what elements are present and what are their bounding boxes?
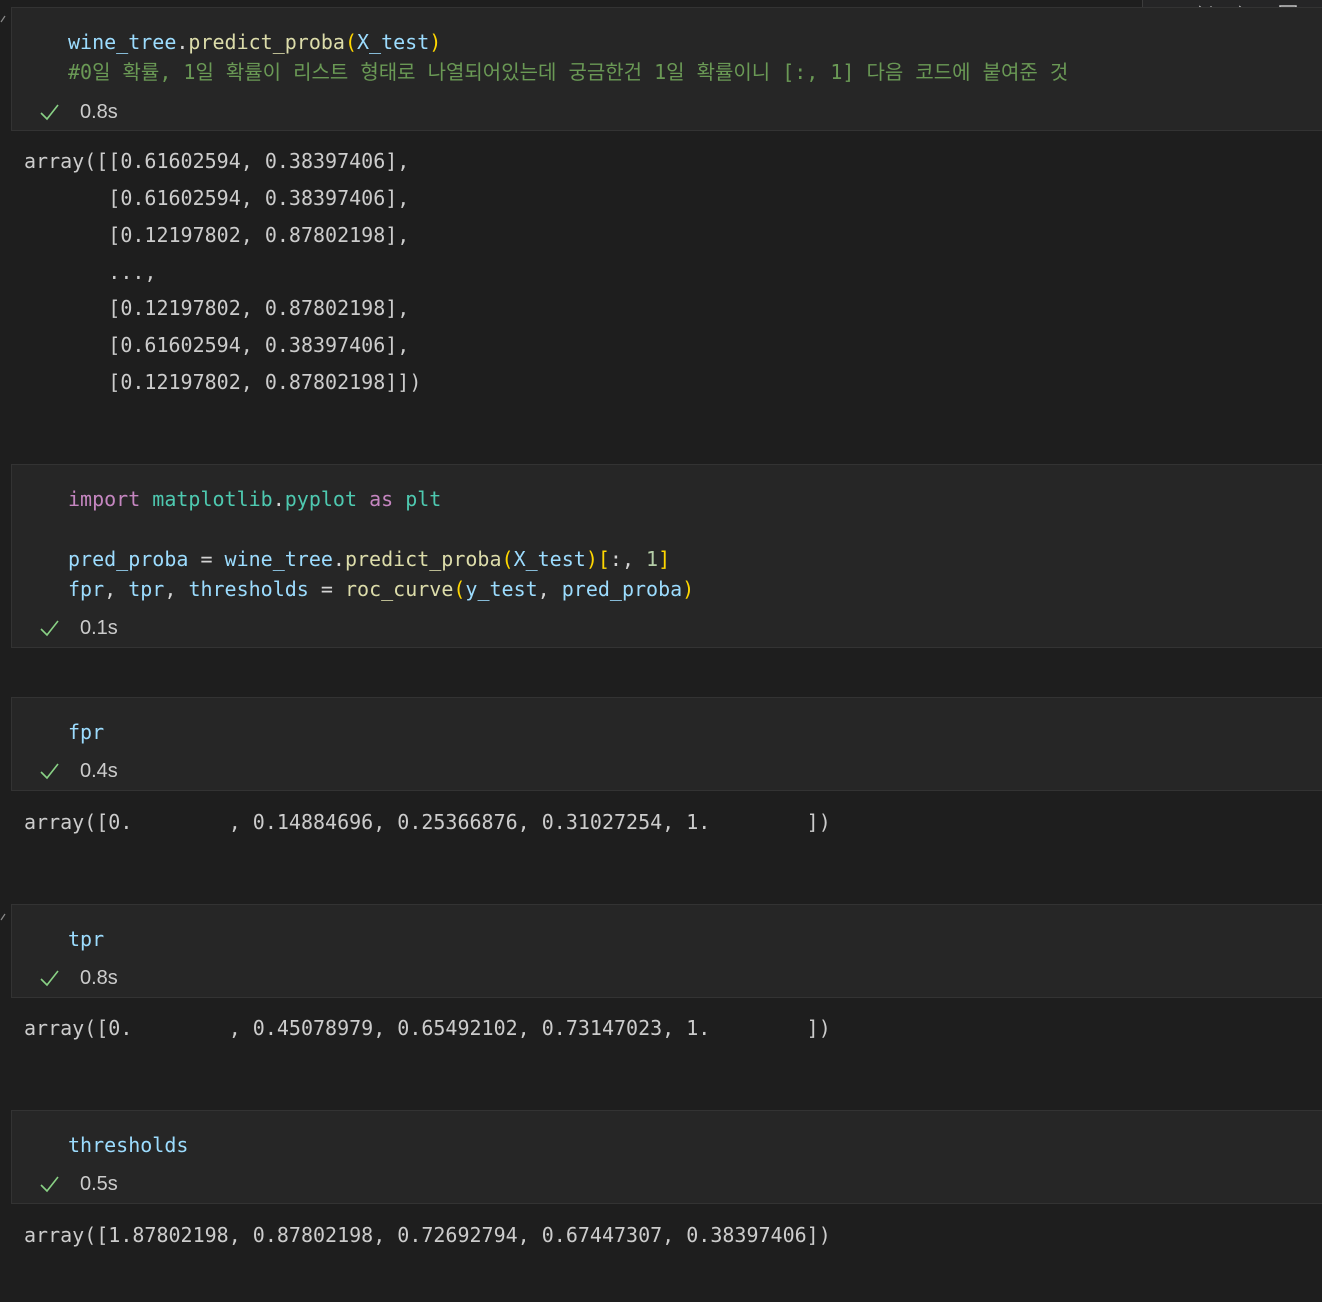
code-token: . — [332, 547, 345, 571]
execution-time: 0.1s — [80, 616, 118, 639]
check-icon — [40, 104, 59, 121]
code-token: ] — [658, 547, 671, 571]
code-line[interactable]: fpr, tpr, thresholds = roc_curve(y_test,… — [68, 575, 694, 603]
code-line[interactable]: wine_tree.predict_proba(X_test) — [68, 28, 441, 56]
code-token: ( — [344, 30, 358, 54]
output-line: array([[0.61602594, 0.38397406], — [24, 149, 410, 173]
code-token: = — [308, 577, 345, 601]
output-line: ..., — [24, 260, 157, 284]
code-token: import — [68, 487, 141, 511]
cell-status: 0.4s — [38, 758, 118, 784]
code-token: ) — [429, 30, 442, 54]
code-token: pred_proba — [561, 577, 683, 601]
check-icon — [40, 970, 59, 987]
cell-status: 0.5s — [38, 1171, 118, 1197]
code-token: plt — [405, 487, 442, 511]
code-token: ) — [585, 547, 598, 571]
cell-output: array([0. , 0.45078979, 0.65492102, 0.73… — [24, 1016, 831, 1040]
output-line: [0.12197802, 0.87802198], — [24, 223, 410, 247]
check-icon — [40, 620, 59, 637]
code-comment-line[interactable]: #0일 확률, 1일 확률이 리스트 형태로 나열되어있는데 궁금한건 1일 확… — [68, 58, 1068, 86]
code-token: [ — [597, 547, 610, 571]
cell-status: 0.1s — [38, 615, 118, 641]
cell-status: 0.8s — [38, 965, 118, 991]
cell-output: array([1.87802198, 0.87802198, 0.7269279… — [24, 1223, 831, 1247]
code-token: wine_tree — [224, 547, 333, 571]
cell-status: 0.8s — [38, 99, 118, 125]
code-line[interactable]: import matplotlib.pyplot as plt — [68, 485, 441, 513]
check-icon — [40, 1176, 59, 1193]
code-token: predict_proba — [188, 30, 345, 54]
code-token: predict_proba — [344, 547, 502, 571]
code-token: wine_tree — [68, 30, 177, 54]
notebook-cell[interactable]: import matplotlib.pyplot as plt pred_pro… — [11, 464, 1322, 648]
execution-time: 0.4s — [80, 759, 118, 782]
code-token: ( — [453, 577, 466, 601]
code-line[interactable]: tpr — [68, 925, 104, 953]
notebook-cell[interactable]: wine_tree.predict_proba(X_test) #0일 확률, … — [11, 7, 1322, 131]
code-token: y_test — [465, 577, 538, 601]
gutter-collapse-icon[interactable] — [0, 14, 6, 24]
code-token: . — [272, 487, 285, 511]
code-token: thresholds — [68, 1133, 189, 1157]
notebook-cell[interactable]: tpr 0.8s — [11, 904, 1322, 998]
execution-time: 0.8s — [80, 966, 118, 989]
code-token: :, — [609, 547, 647, 571]
code-line[interactable]: pred_proba = wine_tree.predict_proba(X_t… — [68, 545, 670, 573]
output-line: [0.61602594, 0.38397406], — [24, 186, 410, 210]
code-token: . — [176, 30, 189, 54]
code-token: , — [537, 577, 562, 601]
execution-time: 0.8s — [80, 100, 118, 123]
code-line[interactable]: thresholds — [68, 1131, 188, 1159]
cell-output: array([0. , 0.14884696, 0.25366876, 0.31… — [24, 810, 831, 834]
code-token: , — [164, 577, 189, 601]
code-token: pyplot — [284, 487, 358, 511]
code-token: = — [188, 547, 225, 571]
code-token: thresholds — [188, 577, 309, 601]
code-token: X_test — [513, 547, 586, 571]
output-line: [0.12197802, 0.87802198]]) — [24, 370, 422, 394]
gutter-collapse-icon[interactable] — [0, 912, 6, 922]
code-token: fpr — [68, 720, 105, 744]
code-line[interactable]: fpr — [68, 718, 104, 746]
code-token: pred_proba — [68, 547, 189, 571]
code-token: X_test — [357, 30, 430, 54]
code-token: fpr — [68, 577, 105, 601]
code-token: as — [369, 487, 394, 511]
output-line: [0.61602594, 0.38397406], — [24, 333, 410, 357]
notebook-cell[interactable]: fpr 0.4s — [11, 697, 1322, 791]
output-line: [0.12197802, 0.87802198], — [24, 296, 410, 320]
code-token: ( — [501, 547, 514, 571]
code-token: roc_curve — [344, 577, 454, 601]
execution-time: 0.5s — [80, 1172, 118, 1195]
check-icon — [40, 763, 59, 780]
code-token: matplotlib — [152, 487, 273, 511]
code-token: ) — [682, 577, 695, 601]
code-token: 1 — [646, 547, 659, 571]
code-token: tpr — [68, 927, 105, 951]
code-token: tpr — [128, 577, 165, 601]
notebook-cell[interactable]: thresholds 0.5s — [11, 1110, 1322, 1204]
code-token: #0일 확률, 1일 확률이 리스트 형태로 나열되어있는데 궁금한건 1일 확… — [68, 60, 1069, 84]
code-token: , — [104, 577, 129, 601]
